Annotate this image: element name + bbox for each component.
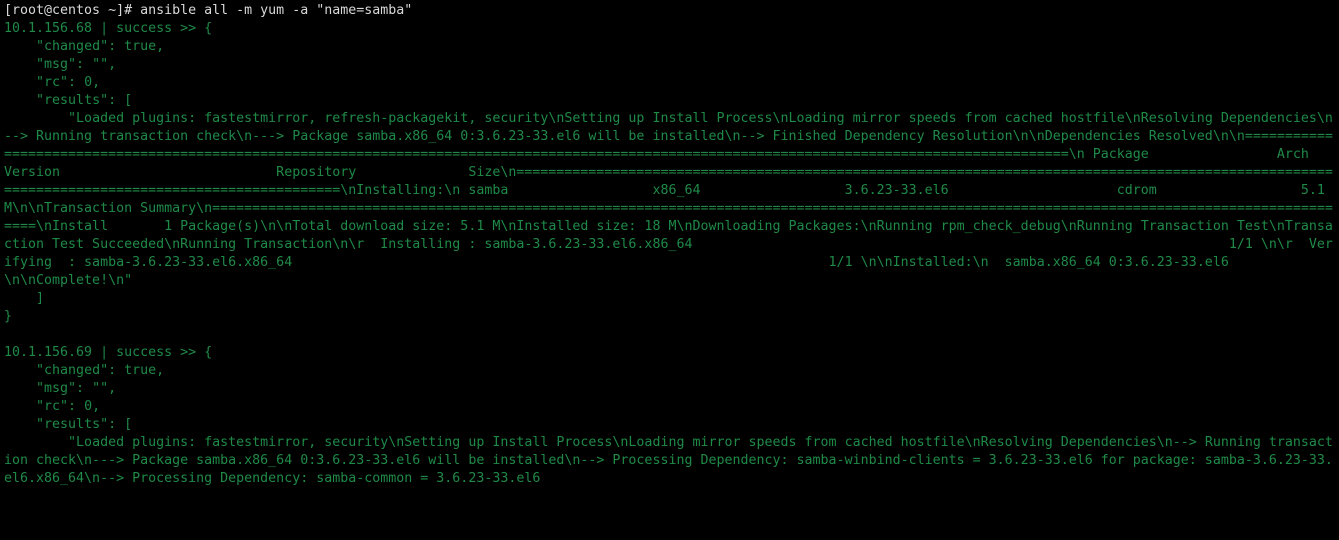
terminal-output: [root@centos ~]# ansible all -m yum -a "… bbox=[0, 0, 1339, 490]
ansible-host1-body: "changed": true, "msg": "", "rc": 0, "re… bbox=[4, 39, 1339, 324]
ansible-host2-body: "changed": true, "msg": "", "rc": 0, "re… bbox=[4, 363, 1333, 486]
shell-prompt-line: [root@centos ~]# ansible all -m yum -a "… bbox=[4, 3, 412, 18]
ansible-host1-header: 10.1.156.68 | success >> { bbox=[4, 21, 212, 36]
ansible-host2-header: 10.1.156.69 | success >> { bbox=[4, 345, 212, 360]
